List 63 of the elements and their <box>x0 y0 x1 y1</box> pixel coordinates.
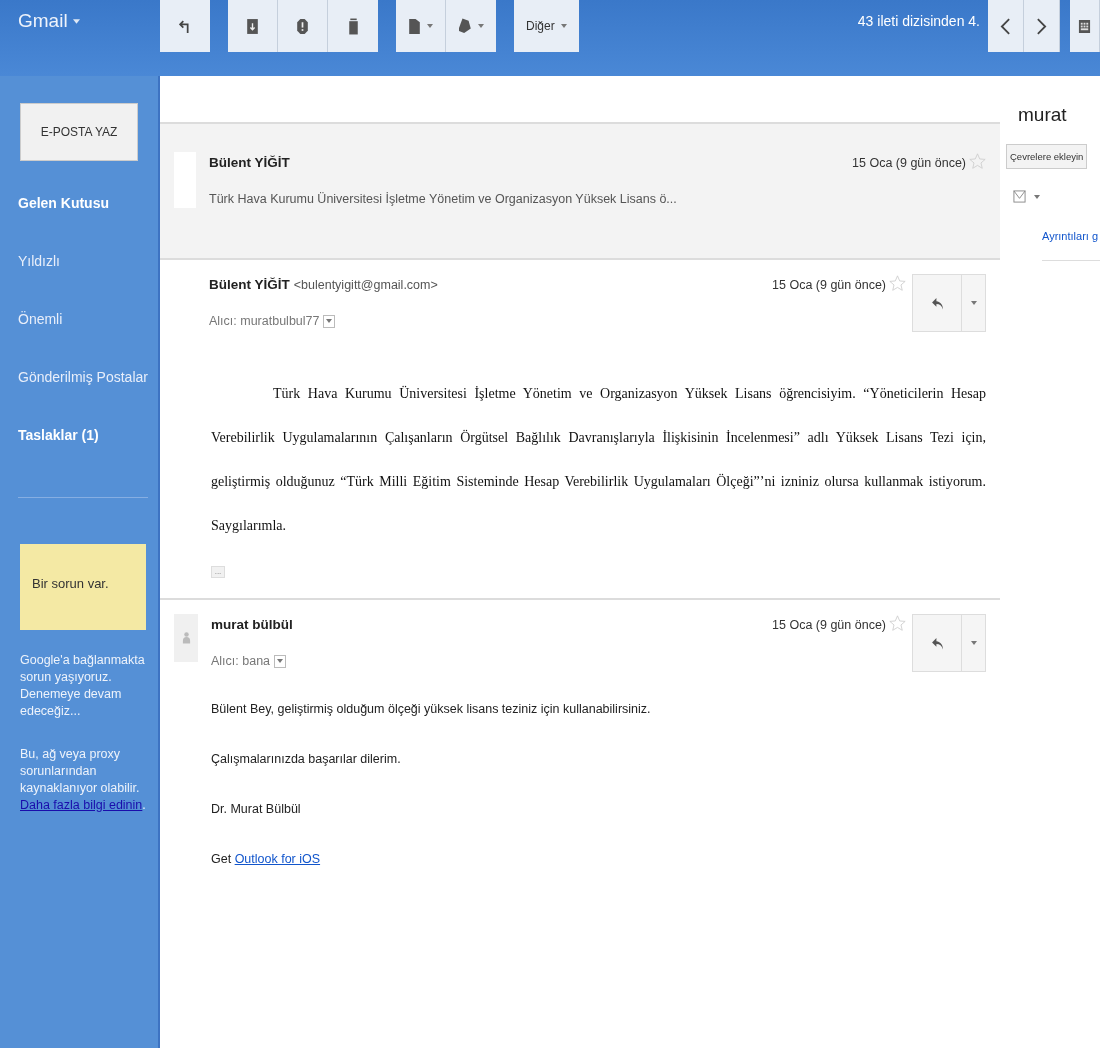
message-date: 15 Oca (9 gün önce) <box>852 155 966 170</box>
message-text: Dr. Murat Bülbül <box>211 802 302 816</box>
more-button[interactable]: Diğer <box>514 0 579 52</box>
sidebar-item[interactable]: Yıldızlı <box>0 251 158 271</box>
message-date: 15 Oca (9 gün önce) <box>772 617 886 632</box>
sender-name: murat bülbül <box>211 617 293 632</box>
star-icon[interactable] <box>969 152 986 170</box>
star-icon[interactable] <box>889 274 906 292</box>
sidebar-item[interactable]: Gönderilmiş Postalar <box>0 367 158 387</box>
archive-button[interactable] <box>228 0 278 52</box>
sender-name: Bülent YİĞİT <box>209 155 290 170</box>
caret-icon <box>277 659 284 663</box>
sender-name: Bülent YİĞİT <box>209 277 290 292</box>
outlook-link[interactable]: Outlook for iOS <box>234 852 321 866</box>
details-link[interactable]: Ayrıntıları g <box>1042 230 1100 261</box>
message-text: Get Outlook for iOS <box>211 852 322 866</box>
keyboard-icon <box>1078 17 1091 35</box>
error-notice: Bir sorun var. <box>20 544 146 630</box>
sidebar-item[interactable]: Önemli <box>0 309 158 329</box>
folder-icon <box>408 17 421 35</box>
label-menu-button[interactable] <box>446 0 496 52</box>
caret-icon <box>326 319 333 323</box>
caret-icon <box>560 24 567 28</box>
spam-button[interactable] <box>278 0 328 52</box>
folder-menu-button[interactable] <box>396 0 446 52</box>
trash-icon <box>346 17 360 35</box>
caret-icon <box>970 301 977 305</box>
message-date: 15 Oca (9 gün önce) <box>772 277 886 292</box>
previous-button[interactable] <box>988 0 1024 52</box>
chevron-right-icon <box>1035 17 1048 35</box>
star-icon[interactable] <box>889 614 906 632</box>
exclamation-icon <box>296 17 309 35</box>
label-icon <box>458 17 472 35</box>
sidebar-item[interactable]: Taslaklar (1) <box>0 425 158 445</box>
trash-button[interactable] <box>328 0 378 52</box>
back-button[interactable] <box>160 0 210 52</box>
recipient-text: Alıcı: muratbulbul77 <box>209 314 320 328</box>
message-text: Çalışmalarınızda başarılar dilerim. <box>211 752 402 766</box>
gmail-logo[interactable]: Gmail <box>18 10 68 32</box>
collapsed-message[interactable]: Bülent YİĞİT Türk Hava Kurumu Üniversitesi İşletme Yönetim ve Organizasyon Yüksek Lisans ö... 15 Oca (9 gün önce) <box>160 122 1000 258</box>
sender-email: <bulentyigitt@gmail.com> <box>293 277 438 292</box>
message-snippet: Türk Hava Kurumu Üniversitesi İşletme Yönetim ve Organizasyon Yüksek Lisans ö... <box>209 192 678 206</box>
caret-icon <box>427 24 433 28</box>
message-text: Türk Hava Kurumu Üniversitesi İşletme Yönetim ve Organizasyon Yüksek Lisans öğrencisiyim. “Yöneticilerin Hesap Verebilirlik Uygulamalarının Çalışanların Örgütsel Bağlılık Davranışlarıyla İlişkisinin İncelenmesi” adlı Yüksek Lisans Tezi için, geliştirmiş olduğunuz “Türk Milli Eğitim Sisteminde Hesap Verebilirlik Uygulamaları Ölçeği”’ni izniniz olursa kullanmak istiyorum. Saygılarımla. <box>211 385 986 535</box>
caret-icon <box>477 24 484 28</box>
recipient-text: Alıcı: bana <box>211 654 271 668</box>
message-text: Bülent Bey, geliştirmiş olduğum ölçeği yüksek lisans teziniz için kullanabilirsiniz. <box>211 702 652 716</box>
chevron-left-icon <box>999 17 1012 35</box>
details-dropdown[interactable] <box>274 654 287 668</box>
archive-icon <box>246 17 259 35</box>
keyboard-button[interactable] <box>1070 0 1100 52</box>
details-dropdown[interactable] <box>323 314 336 328</box>
caret-icon <box>970 641 977 645</box>
compose-button[interactable]: E-POSTA YAZ <box>20 103 138 161</box>
notice-text: Google'a bağlanmakta sorun yaşıyoruz. Denemeye devam edeceğiz... <box>20 652 146 720</box>
add-to-circles-button[interactable]: Çevrelere ekleyin <box>1006 144 1088 169</box>
show-trimmed-button[interactable]: ... <box>211 566 225 578</box>
contact-name: murat <box>1017 104 1068 126</box>
pager-text: 43 ileti dizisinden 4. <box>857 12 981 29</box>
caret-icon[interactable] <box>72 18 80 24</box>
next-button[interactable] <box>1024 0 1060 52</box>
notice-text: Bu, ağ veya proxy sorunlarından kaynaklanıyor olabilir. Daha fazla bilgi edinin. <box>20 746 147 814</box>
sidebar-item[interactable]: Gelen Kutusu <box>0 193 158 213</box>
